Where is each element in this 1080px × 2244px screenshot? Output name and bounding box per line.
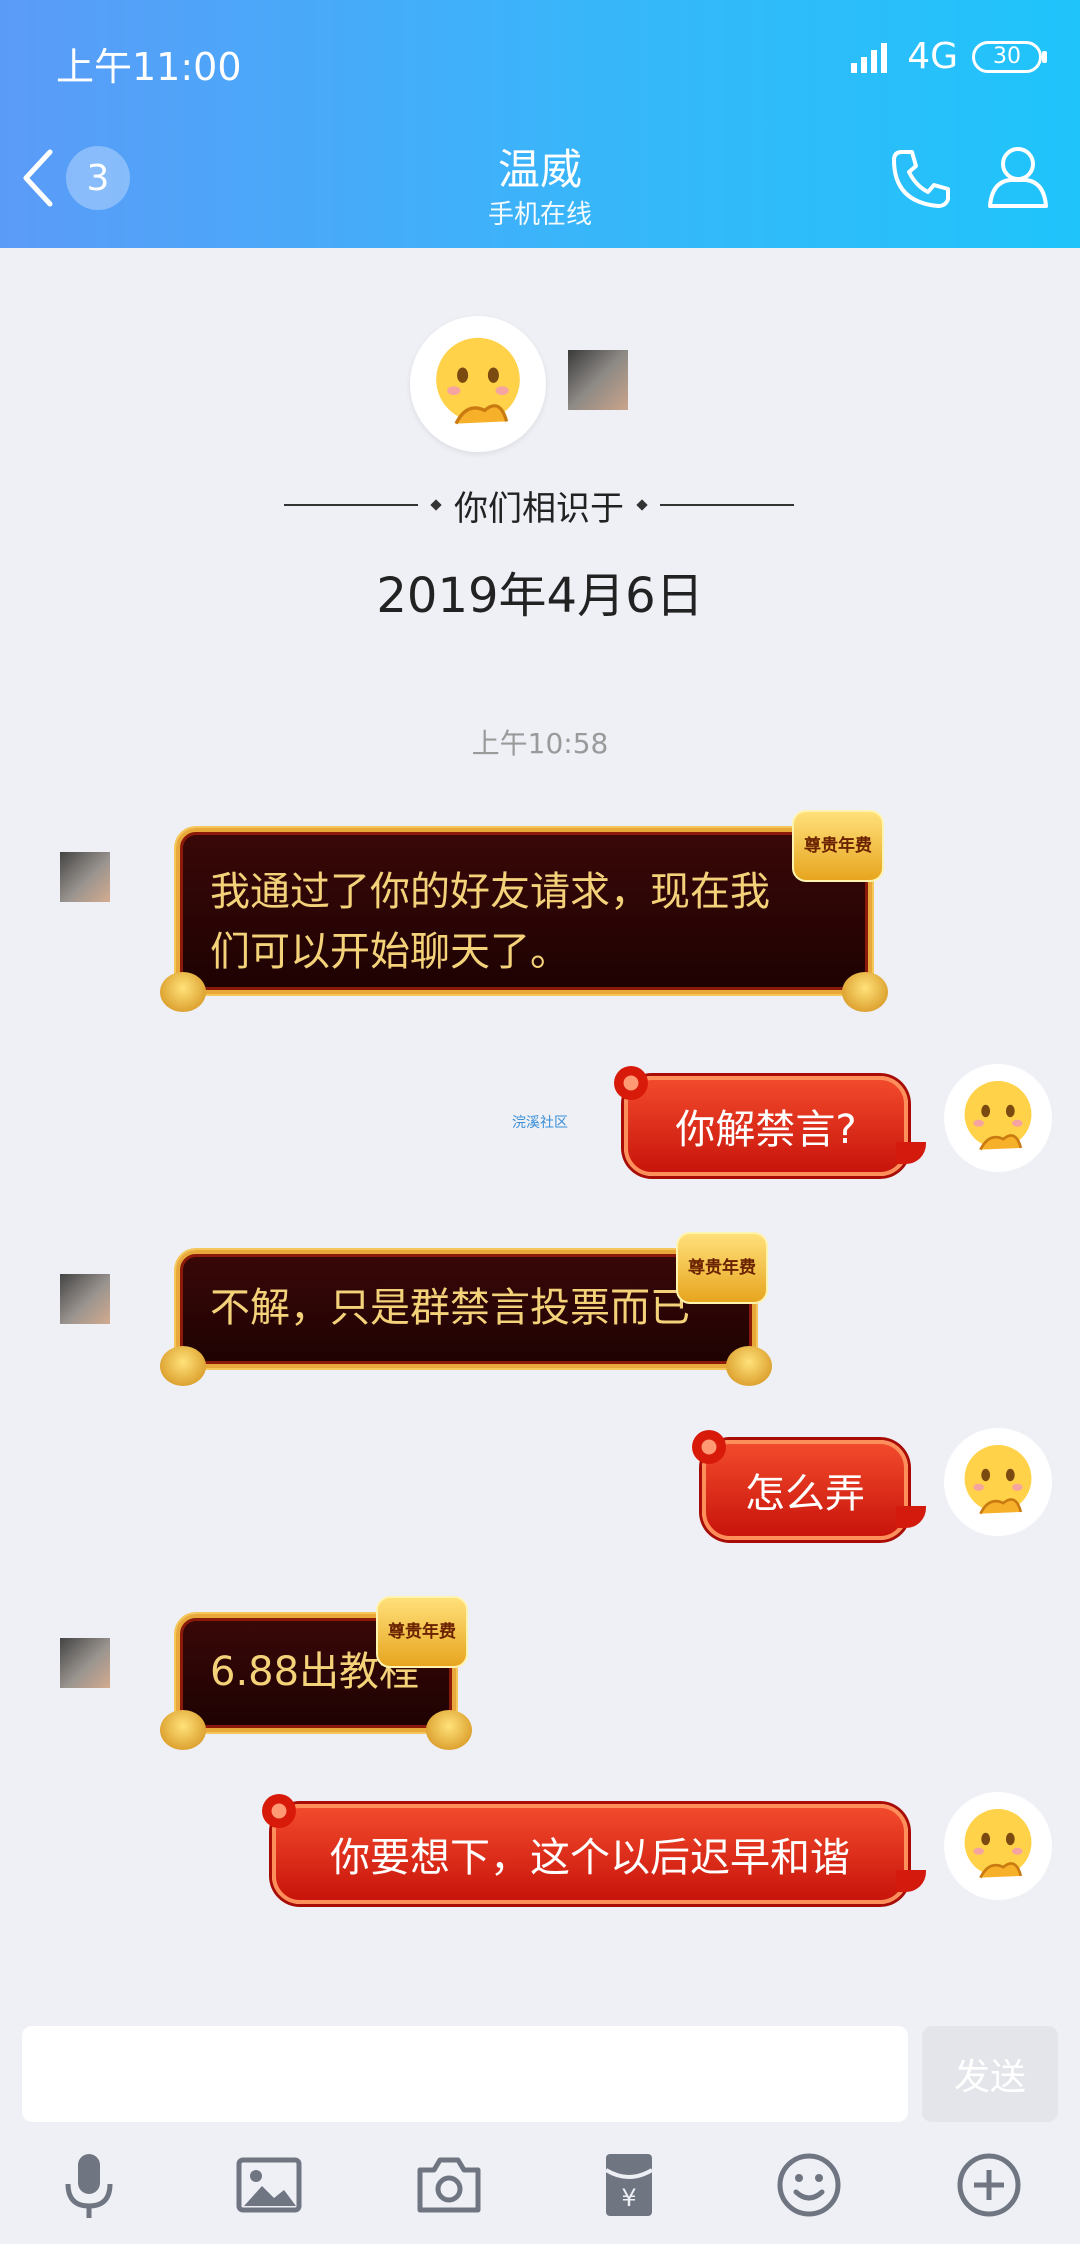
message-line: 们可以开始聊天了。 [210, 929, 570, 975]
message-timestamp: 上午10:58 [471, 727, 609, 760]
self-avatar[interactable] [944, 1428, 1052, 1536]
met-date: 2019年4月6日 [376, 568, 704, 624]
message-bubble-received[interactable]: 我通过了你的好友请求，现在我 们可以开始聊天了。 尊贵年费 [160, 810, 888, 1012]
network-type: 4G [907, 36, 958, 77]
wing-decoration [160, 972, 206, 1012]
send-button[interactable]: 发送 [922, 2026, 1058, 2122]
message-bubble-sent[interactable]: 你解禁言? [614, 1066, 926, 1176]
met-label: 你们相识于 [454, 488, 624, 529]
plus-icon[interactable] [954, 2150, 1024, 2220]
vip-badge: 尊贵年费 [376, 1596, 468, 1668]
message-bubble-sent[interactable]: 你要想下，这个以后迟早和谐 [262, 1794, 926, 1904]
chat-header: 上午11:00 4G 30 3 温威 手机在线 [0, 0, 1080, 248]
self-emoji-avatar[interactable] [410, 316, 546, 452]
wing-decoration [726, 1346, 772, 1386]
status-bar-right: 4G 30 [849, 36, 1047, 77]
svg-text:¥: ¥ [621, 2184, 636, 2212]
phone-icon[interactable] [888, 146, 954, 212]
divider-dot [430, 499, 442, 511]
divider-dot [636, 499, 648, 511]
wing-decoration [426, 1710, 472, 1750]
thinking-face-icon [436, 337, 520, 425]
contact-avatar[interactable] [60, 1638, 110, 1688]
met-divider: 你们相识于 [258, 480, 820, 530]
message-line: 我通过了你的好友请求，现在我 [210, 869, 770, 915]
message-bubble-received[interactable]: 不解，只是群禁言投票而已 尊贵年费 [160, 1232, 772, 1386]
thinking-face-icon [964, 1081, 1032, 1151]
message-bubble-received[interactable]: 6.88出教程 尊贵年费 [160, 1596, 472, 1750]
message-input[interactable] [22, 2026, 908, 2122]
mic-icon[interactable] [54, 2150, 124, 2220]
message-text: 怎么弄 [745, 1471, 865, 1517]
message-text: 你解禁言? [675, 1107, 857, 1153]
contact-avatar[interactable] [60, 852, 110, 902]
watermark-text: 浣溪社区 [512, 1115, 568, 1131]
self-avatar[interactable] [944, 1792, 1052, 1900]
divider-line [660, 504, 794, 506]
profile-icon[interactable] [986, 144, 1050, 210]
vip-badge: 尊贵年费 [792, 810, 884, 882]
battery-icon: 30 [972, 40, 1047, 73]
vip-badge: 尊贵年费 [676, 1232, 768, 1304]
wing-decoration [160, 1346, 206, 1386]
message-line: 不解，只是群禁言投票而已 [210, 1285, 690, 1331]
thinking-face-icon [964, 1809, 1032, 1879]
signal-icon [851, 42, 888, 73]
wing-decoration [842, 972, 888, 1012]
battery-level: 30 [993, 44, 1021, 69]
image-icon[interactable] [234, 2150, 304, 2220]
wing-decoration [160, 1710, 206, 1750]
divider-line [284, 504, 418, 506]
red-packet-icon[interactable]: ¥ [594, 2150, 664, 2220]
emoji-icon[interactable] [774, 2150, 844, 2220]
thinking-face-icon [964, 1445, 1032, 1515]
contact-photo[interactable] [568, 350, 628, 410]
message-text: 你要想下，这个以后迟早和谐 [330, 1835, 850, 1881]
self-avatar[interactable] [944, 1064, 1052, 1172]
status-time: 上午11:00 [56, 45, 242, 89]
camera-icon[interactable] [414, 2150, 484, 2220]
contact-avatar[interactable] [60, 1274, 110, 1324]
message-bubble-sent[interactable]: 怎么弄 [692, 1430, 926, 1540]
